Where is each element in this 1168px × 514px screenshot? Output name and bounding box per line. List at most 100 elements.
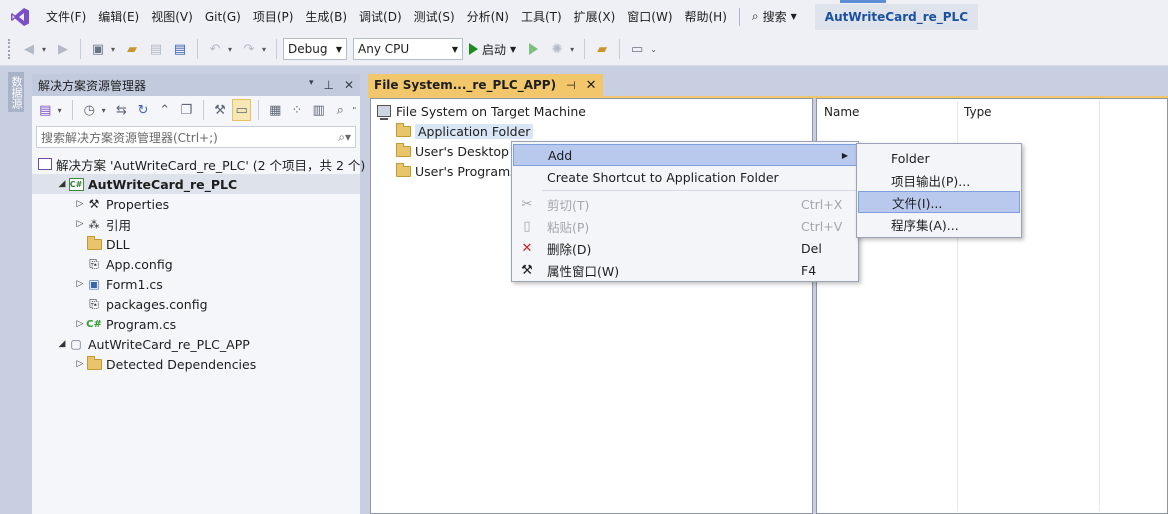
undo-dropdown-icon[interactable]: ▾ [228, 45, 236, 54]
start-button[interactable]: 启动 ▼ [465, 38, 520, 60]
class-view-icon[interactable]: ▥ [309, 99, 328, 121]
toolbar-separator [197, 39, 198, 59]
pin-icon[interactable]: ⊣ [566, 79, 576, 92]
menu-item-delete[interactable]: ✕ 删除(D) Del [513, 237, 857, 259]
save-icon[interactable]: ▤ [145, 38, 167, 60]
tree-item-application-folder[interactable]: Application Folder [395, 122, 534, 140]
tree-item[interactable]: 解决方案 'AutWriteCard_re_PLC' (2 个项目，共 2 个) [32, 154, 365, 174]
submenu-item-project-output[interactable]: 项目输出(P)... [858, 169, 1020, 191]
forward-icon[interactable]: ▶ [52, 38, 74, 60]
data-sources-tab[interactable]: 数据源 [8, 72, 24, 112]
submenu-item-file[interactable]: 文件(I)... [858, 191, 1020, 213]
tree-item-users-programs[interactable]: User's Programs [395, 162, 517, 180]
collapsed-arrow-icon[interactable]: ▷ [74, 219, 86, 229]
view-designer-icon[interactable]: ⁘ [288, 99, 307, 121]
refresh-icon[interactable]: ↻ [134, 99, 153, 121]
properties-wrench-icon[interactable]: ⚒ [211, 99, 230, 121]
expanded-arrow-icon[interactable]: ◢ [56, 179, 68, 189]
tree-item[interactable]: ▷ ⚒ Properties [32, 194, 360, 214]
pending-changes-icon[interactable]: ◷ [80, 99, 99, 121]
menu-item[interactable]: 生成(B) [299, 5, 353, 29]
folder-view-icon[interactable]: ▰ [591, 38, 613, 60]
window-layout-icon[interactable]: ▭ [626, 38, 648, 60]
sync-icon[interactable]: ⇆ [112, 99, 131, 121]
menu-item-create-shortcut[interactable]: Create Shortcut to Application Folder [513, 166, 857, 188]
tab-file-system[interactable]: File System..._re_PLC_APP) ⊣ ✕ [368, 74, 603, 96]
tree-item[interactable]: ▷ C# Program.cs [32, 314, 360, 334]
switch-views-icon[interactable]: ▤ [36, 99, 55, 121]
find-in-files-icon[interactable]: ⌕ [331, 99, 350, 121]
redo-icon[interactable]: ↷ [238, 38, 260, 60]
menu-item[interactable]: 项目(P) [247, 5, 300, 29]
tree-item[interactable]: ◢ C# AutWriteCard_re_PLC [32, 174, 360, 194]
redo-dropdown-icon[interactable]: ▾ [262, 45, 270, 54]
view-code-icon[interactable]: ▦ [266, 99, 285, 121]
submenu-item-assembly[interactable]: 程序集(A)... [858, 213, 1020, 235]
tree-item-users-desktop[interactable]: User's Desktop [395, 142, 509, 160]
menu-item[interactable]: 文件(F) [40, 5, 92, 29]
collapsed-arrow-icon[interactable]: ▷ [74, 199, 86, 209]
expanded-arrow-icon[interactable]: ◢ [56, 339, 68, 349]
window-options-icon[interactable]: ▾ [309, 78, 314, 92]
search-icon[interactable]: ⌕▾ [338, 130, 351, 145]
column-divider[interactable] [1099, 101, 1100, 511]
menu-item-paste[interactable]: ▯ 粘贴(P) Ctrl+V [513, 215, 857, 237]
menu-item[interactable]: 编辑(E) [92, 5, 145, 29]
new-project-icon[interactable]: ▣ [87, 38, 109, 60]
toolbar-grip[interactable] [8, 39, 12, 59]
menu-item-properties-window[interactable]: ⚒ 属性窗口(W) F4 [513, 259, 857, 281]
toolbar-overflow-icon[interactable]: ⌄ [650, 45, 658, 54]
menu-item[interactable]: 工具(T) [515, 5, 568, 29]
save-all-icon[interactable]: ▤ [169, 38, 191, 60]
undo-icon[interactable]: ↶ [204, 38, 226, 60]
tree-item[interactable]: DLL [32, 234, 360, 254]
pin-icon[interactable]: ⊥ [323, 78, 333, 92]
toolbar-overflow-icon[interactable]: " [353, 106, 360, 115]
menu-item[interactable]: 视图(V) [145, 5, 199, 29]
tree-item[interactable]: ▷ Detected Dependencies [32, 354, 360, 374]
copy-icon[interactable]: ❐ [177, 99, 196, 121]
show-all-files-icon[interactable]: ▭ [232, 99, 252, 121]
close-icon[interactable]: ✕ [344, 78, 354, 92]
tree-item[interactable]: ▷ ⁂ 引用 [32, 214, 360, 234]
menu-item-cut[interactable]: ✂ 剪切(T) Ctrl+X [513, 193, 857, 215]
collapsed-arrow-icon[interactable]: ▷ [74, 359, 86, 369]
collapsed-arrow-icon[interactable]: ▷ [74, 279, 86, 289]
menu-item[interactable]: 扩展(X) [568, 5, 622, 29]
tree-item[interactable]: ▷ ▣ Form1.cs [32, 274, 360, 294]
menu-item[interactable]: 测试(S) [408, 5, 461, 29]
tree-item-label: 引用 [106, 217, 132, 233]
hot-reload-icon[interactable]: ✺ [546, 38, 568, 60]
hot-reload-dropdown-icon[interactable]: ▾ [570, 45, 578, 54]
back-icon[interactable]: ◀ [18, 38, 40, 60]
tree-item[interactable]: ◢ ▢ AutWriteCard_re_PLC_APP [32, 334, 360, 354]
submenu-item-folder[interactable]: Folder [858, 147, 1020, 169]
computer-icon [377, 105, 391, 120]
configuration-select[interactable]: Debug ▼ [283, 38, 347, 60]
menu-item-add[interactable]: Add ▶ [513, 144, 857, 166]
column-header-type[interactable]: Type [964, 105, 992, 119]
menu-item[interactable]: 调试(D) [353, 5, 408, 29]
file-system-root[interactable]: File System on Target Machine [377, 102, 586, 120]
close-icon[interactable]: ✕ [586, 78, 597, 93]
switch-views-dropdown-icon[interactable]: ▾ [58, 106, 65, 115]
back-dropdown-icon[interactable]: ▾ [42, 45, 50, 54]
platform-select[interactable]: Any CPU ▼ [353, 38, 463, 60]
menu-item[interactable]: 分析(N) [461, 5, 515, 29]
search-menu[interactable]: ⌕ 搜索 ▼ [746, 5, 803, 29]
menu-item[interactable]: 帮助(H) [679, 5, 733, 29]
collapsed-arrow-icon[interactable]: ▷ [74, 319, 86, 329]
column-header-name[interactable]: Name [824, 105, 859, 119]
open-folder-icon[interactable]: ▰ [121, 38, 143, 60]
setup-project-icon: ▢ [70, 337, 82, 351]
collapse-all-icon[interactable]: ⌃ [155, 99, 174, 121]
start-without-debug-icon[interactable] [522, 38, 544, 60]
menu-item[interactable]: Git(G) [199, 5, 247, 29]
visual-studio-logo-icon[interactable] [0, 0, 40, 33]
new-project-dropdown-icon[interactable]: ▾ [111, 45, 119, 54]
tree-item[interactable]: ⎘ packages.config [32, 294, 360, 314]
menu-item[interactable]: 窗口(W) [621, 5, 678, 29]
pending-changes-dropdown-icon[interactable]: ▾ [102, 106, 109, 115]
tree-item[interactable]: ⎘ App.config [32, 254, 360, 274]
solution-search-input[interactable]: 搜索解决方案资源管理器(Ctrl+;) ⌕▾ [36, 126, 356, 148]
